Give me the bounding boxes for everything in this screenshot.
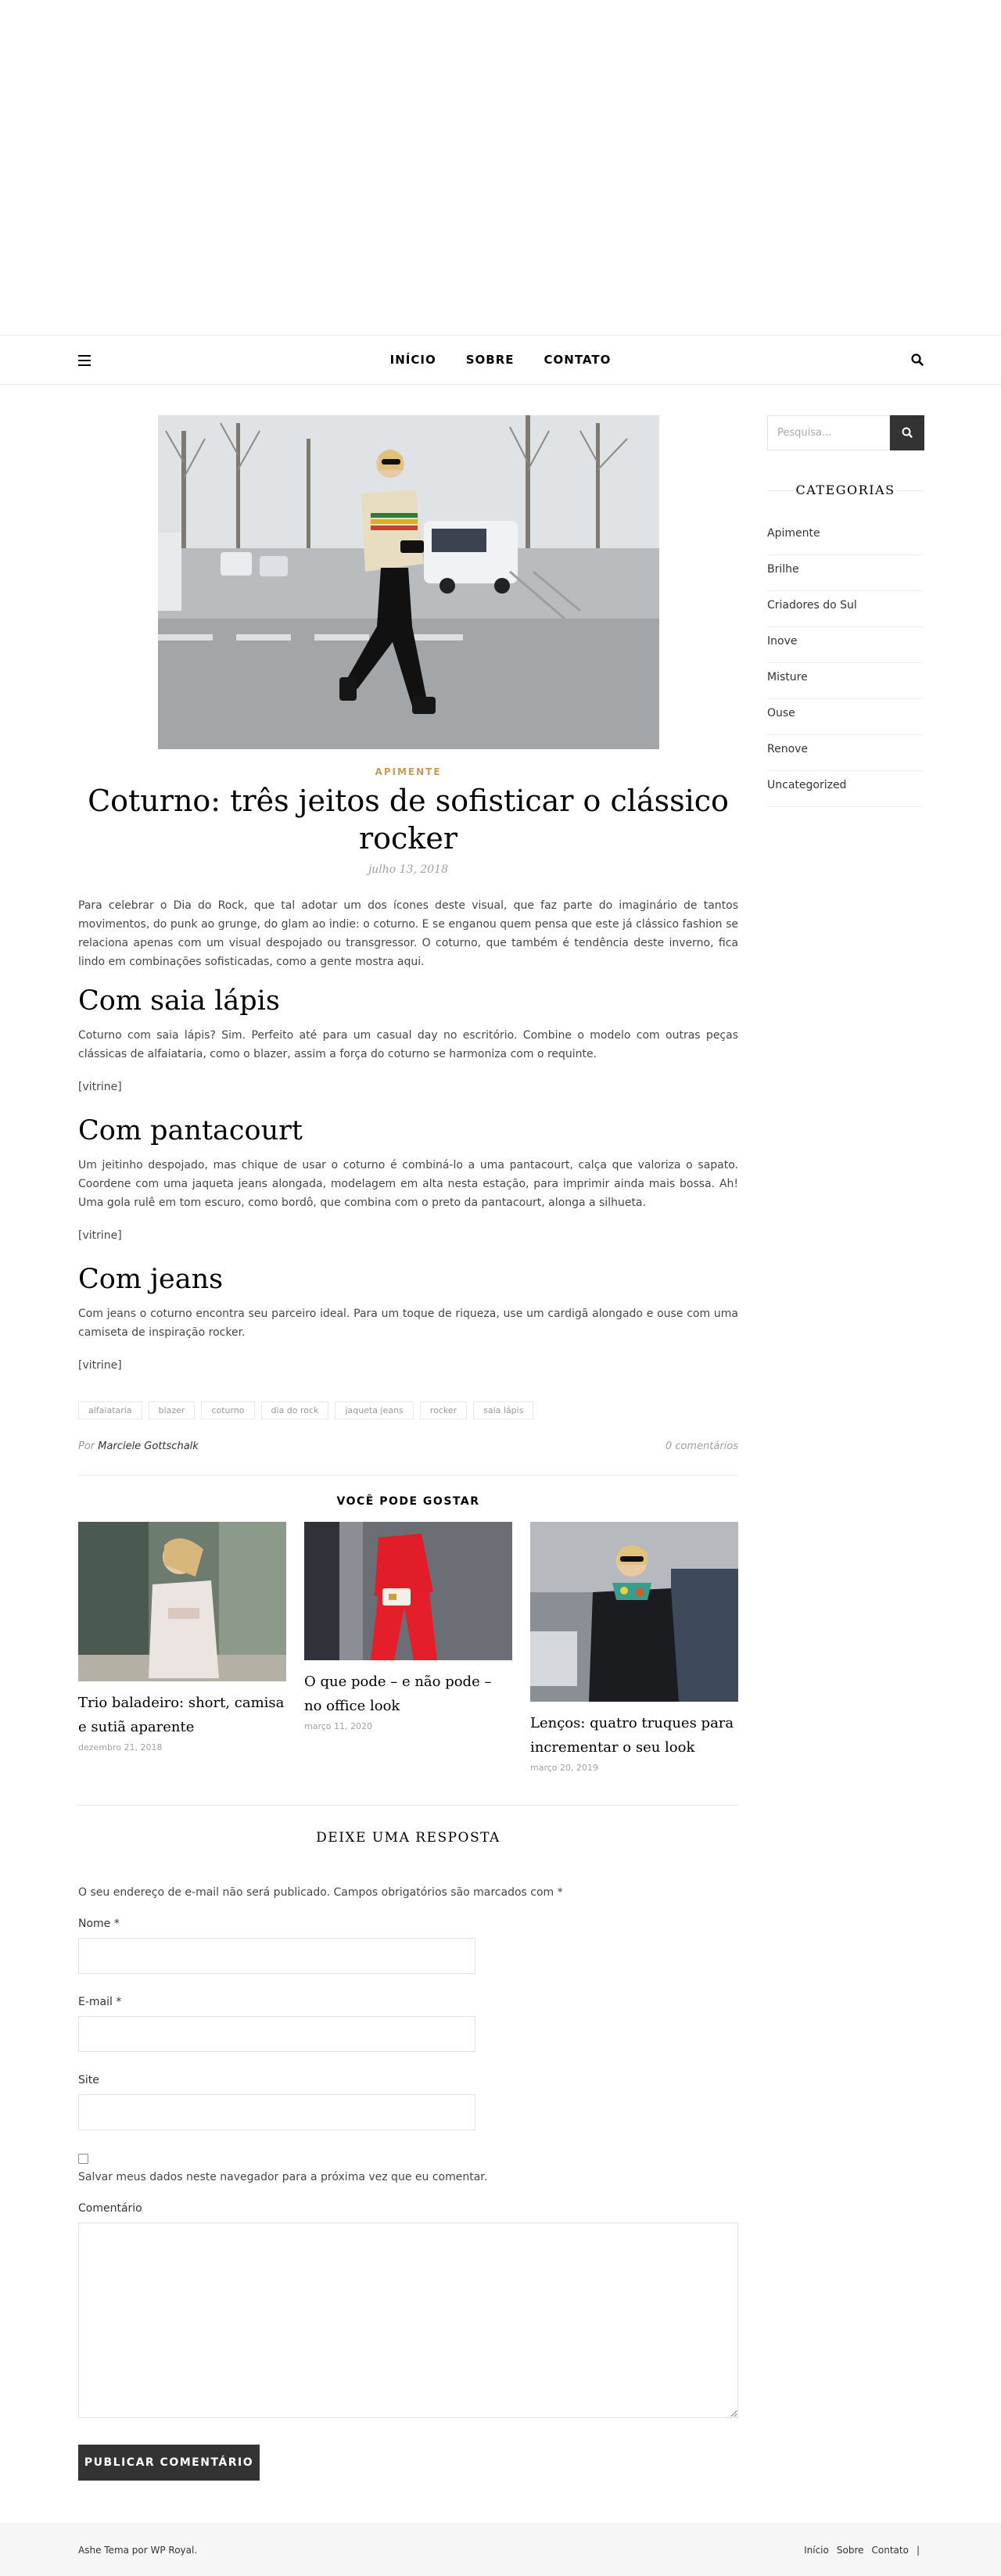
tag-link[interactable]: alfaiataria bbox=[78, 1401, 142, 1419]
nav-item-inicio[interactable]: INÍCIO bbox=[390, 353, 436, 367]
section-heading: Com saia lápis bbox=[78, 985, 280, 1017]
email-field[interactable] bbox=[78, 2016, 475, 2052]
post-category[interactable]: APIMENTE bbox=[78, 766, 738, 777]
sidebar-search-input[interactable]: Pesquisa... bbox=[767, 415, 890, 450]
category-link[interactable]: Apimente bbox=[767, 519, 924, 555]
tag-link[interactable]: coturno bbox=[201, 1401, 255, 1419]
site-footer: Ashe Tema por WP Royal. Início Sobre Con… bbox=[0, 2523, 1001, 2576]
vitrine-shortcode: [vitrine] bbox=[78, 1081, 122, 1093]
footer-copyright: Ashe Tema por WP Royal. bbox=[78, 2545, 198, 2556]
categories-list: Apimente Brilhe Criadores do Sul Inove M… bbox=[767, 519, 924, 807]
comment-label: Comentário bbox=[78, 2202, 142, 2215]
related-post-date: março 20, 2019 bbox=[530, 1763, 598, 1773]
related-heading: VOCÊ PODE GOSTAR bbox=[336, 1495, 480, 1508]
footer-link-contato[interactable]: Contato bbox=[872, 2545, 909, 2556]
section-heading: Com jeans bbox=[78, 1264, 224, 1295]
required-fields-note: O seu endereço de e-mail não será public… bbox=[78, 1886, 563, 1899]
vitrine-shortcode: [vitrine] bbox=[78, 1229, 122, 1242]
comment-textarea[interactable] bbox=[78, 2223, 738, 2418]
related-post-image[interactable] bbox=[530, 1522, 738, 1705]
section-text: Com jeans o coturno encontra seu parceir… bbox=[78, 1308, 738, 1339]
nav-item-contato[interactable]: CONTATO bbox=[544, 353, 612, 367]
sidebar-search: Pesquisa... bbox=[767, 415, 924, 450]
related-post[interactable]: Lenços: quatro truques para incrementar … bbox=[530, 1522, 738, 1773]
related-post-date: dezembro 21, 2018 bbox=[78, 1742, 163, 1753]
category-link[interactable]: Uncategorized bbox=[767, 771, 924, 807]
category-link[interactable]: Renove bbox=[767, 735, 924, 771]
category-link[interactable]: Criadores do Sul bbox=[767, 591, 924, 627]
comment-form: O seu endereço de e-mail não será public… bbox=[78, 1886, 738, 2481]
section-text: Coturno com saia lápis? Sim. Perfeito at… bbox=[78, 1029, 738, 1060]
footer-link-sobre[interactable]: Sobre bbox=[837, 2545, 864, 2556]
site-field[interactable] bbox=[78, 2094, 475, 2130]
reply-heading: DEIXE UMA RESPOSTA bbox=[316, 1830, 500, 1846]
nav-menu: INÍCIO SOBRE CONTATO bbox=[0, 335, 1001, 384]
category-link[interactable]: Inove bbox=[767, 627, 924, 663]
category-link[interactable]: Brilhe bbox=[767, 555, 924, 591]
main-navigation: INÍCIO SOBRE CONTATO bbox=[0, 335, 1001, 385]
name-label: Nome * bbox=[78, 1918, 120, 1930]
submit-comment-button[interactable]: PUBLICAR COMENTÁRIO bbox=[78, 2445, 260, 2481]
related-post[interactable]: Trio baladeiro: short, camisa e sutiã ap… bbox=[78, 1522, 286, 1753]
post-title: Coturno: três jeitos de sofisticar o clá… bbox=[88, 784, 729, 856]
site-label: Site bbox=[78, 2074, 99, 2086]
post-intro: Para celebrar o Dia do Rock, que tal ado… bbox=[78, 899, 738, 968]
tag-link[interactable]: saia lápis bbox=[473, 1401, 534, 1419]
tag-link[interactable]: jaqueta jeans bbox=[335, 1401, 414, 1419]
related-post-image[interactable] bbox=[304, 1522, 512, 1663]
vitrine-shortcode: [vitrine] bbox=[78, 1359, 122, 1372]
save-data-checkbox[interactable] bbox=[78, 2154, 88, 2164]
search-icon bbox=[902, 427, 913, 438]
footer-links: Início Sobre Contato | bbox=[804, 2545, 920, 2556]
search-icon[interactable] bbox=[910, 353, 924, 367]
post-meta: Por Marciele Gottschalk 0 comentários bbox=[78, 1440, 738, 1452]
name-field[interactable] bbox=[78, 1938, 475, 1974]
related-post-title[interactable]: O que pode – e não pode – no office look bbox=[304, 1670, 512, 1718]
related-post-title[interactable]: Trio baladeiro: short, camisa e sutiã ap… bbox=[78, 1691, 286, 1739]
section-heading: Com pantacourt bbox=[78, 1115, 303, 1146]
post-tags: alfaiataria blazer coturno dia do rock j… bbox=[78, 1401, 534, 1419]
related-post-date: março 11, 2020 bbox=[304, 1721, 372, 1731]
section-text: Um jeitinho despojado, mas chique de usa… bbox=[78, 1159, 738, 1209]
category-link[interactable]: Misture bbox=[767, 663, 924, 699]
comments-count-link[interactable]: 0 comentários bbox=[666, 1440, 738, 1452]
post-content: Para celebrar o Dia do Rock, que tal ado… bbox=[78, 896, 738, 1392]
author-link[interactable]: Marciele Gottschalk bbox=[98, 1440, 199, 1452]
divider bbox=[78, 1805, 738, 1806]
email-label: E-mail * bbox=[78, 1996, 122, 2008]
tag-link[interactable]: blazer bbox=[148, 1401, 196, 1419]
author-prefix: Por bbox=[78, 1440, 95, 1452]
save-data-label: Salvar meus dados neste navegador para a… bbox=[78, 2171, 488, 2183]
footer-link-inicio[interactable]: Início bbox=[804, 2545, 829, 2556]
categories-heading: CATEGORIAS bbox=[767, 483, 924, 497]
tag-link[interactable]: dia do rock bbox=[260, 1401, 329, 1419]
sidebar-search-button[interactable] bbox=[890, 415, 924, 450]
related-post[interactable]: O que pode – e não pode – no office look… bbox=[304, 1522, 512, 1731]
nav-item-sobre[interactable]: SOBRE bbox=[466, 353, 515, 367]
post-featured-image bbox=[158, 415, 659, 749]
related-post-image[interactable] bbox=[78, 1522, 286, 1684]
tag-link[interactable]: rocker bbox=[419, 1401, 468, 1419]
post-date: julho 13, 2018 bbox=[368, 863, 449, 876]
footer-separator: | bbox=[916, 2545, 920, 2556]
category-link[interactable]: Ouse bbox=[767, 699, 924, 735]
related-post-title[interactable]: Lenços: quatro truques para incrementar … bbox=[530, 1711, 738, 1760]
divider bbox=[78, 1475, 738, 1476]
